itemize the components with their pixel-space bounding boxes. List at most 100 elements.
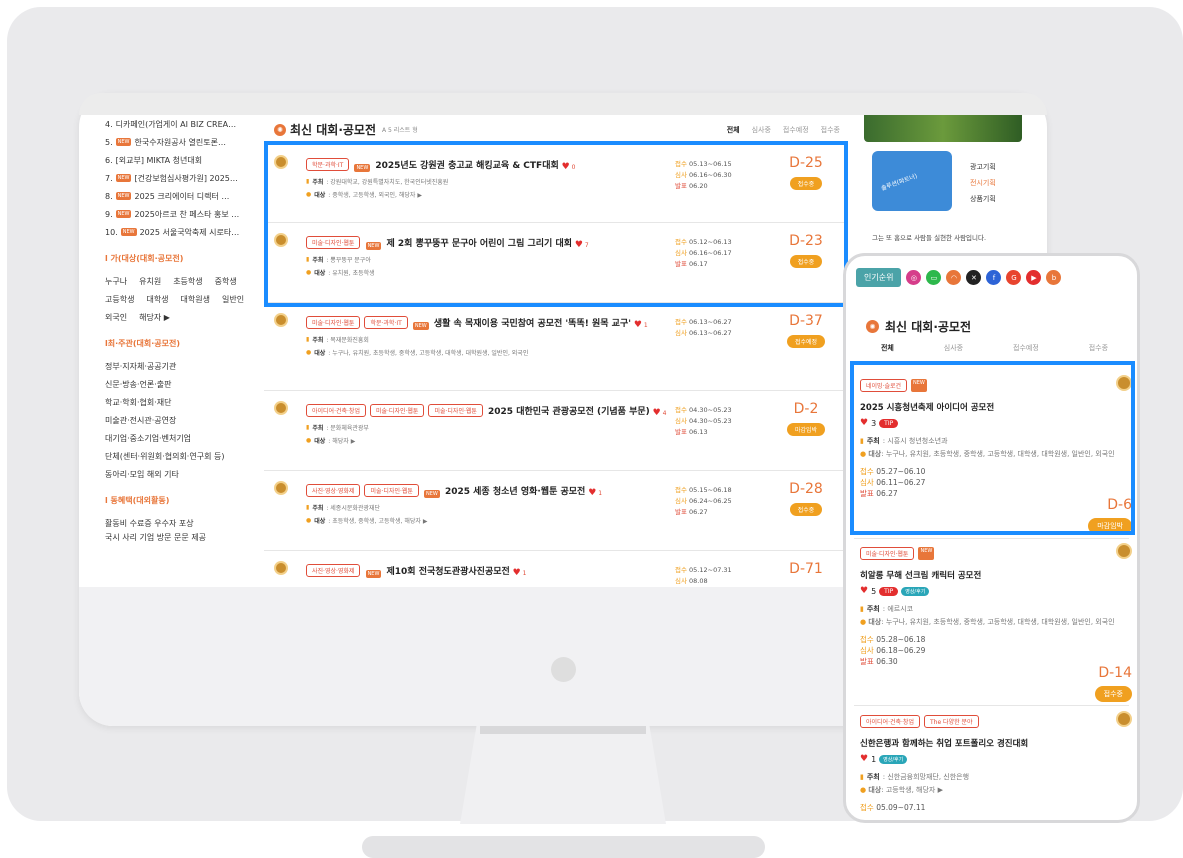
contest-title[interactable]: 생활 속 목재이용 국민참여 공모전 '똑똑! 원목 교구' — [434, 319, 631, 329]
filter-option[interactable]: 정부·지자체·공공기관 — [105, 357, 251, 375]
heart-icon[interactable]: ♥ — [860, 586, 868, 596]
heart-icon[interactable]: ♥ — [860, 754, 868, 764]
puzzle-banner[interactable]: 솔루션(파트너) — [872, 151, 952, 211]
contest-row[interactable]: 사진·영상·영화제 NEW 제10회 전국청도관광사진공모전 ♥ 1 접수 05.… — [264, 551, 848, 587]
rank-item[interactable]: 5. NEW 한국수자원공사 열린토론… — [105, 133, 251, 151]
category-tag[interactable]: 사진·영상·영화제 — [306, 564, 361, 577]
contest-title[interactable]: 신한은행과 함께하는 취업 포트폴리오 경진대회 — [860, 737, 1132, 749]
rank-item[interactable]: 9. NEW 2025아르코 찬 페스타 홍보 … — [105, 205, 251, 223]
category-tag[interactable]: The 다양한 분야 — [923, 715, 979, 728]
date-label: 발표 — [675, 508, 690, 516]
date-value: 05.09~07.11 — [876, 803, 926, 812]
right-link[interactable]: 광고기획 — [970, 159, 996, 175]
category-tag[interactable]: 미술·디자인·웹툰 — [428, 404, 483, 417]
rank-item[interactable]: 8. NEW 2025 크리에이터 디렉터 … — [105, 187, 251, 205]
contest-title[interactable]: 제10회 전국청도관광사진공모전 — [387, 567, 510, 577]
target-section-title: l 가(대상(대회·공모전) — [105, 254, 184, 263]
status-button[interactable]: 접수예정 — [786, 335, 826, 348]
category-tag[interactable]: 사진·영상·영화제 — [306, 484, 361, 497]
filter-option[interactable]: 고등학생 — [105, 294, 134, 305]
category-tag[interactable]: 학문·과학·IT — [364, 316, 408, 329]
contest-title[interactable]: 2025 대한민국 관광공모전 (기념품 부문) — [488, 407, 650, 417]
filter-option[interactable]: 신문·방송·언론·출판 — [105, 375, 251, 393]
contest-row[interactable]: 사진·영상·영화제 미술·디자인·웹툰 NEW 2025 세종 청소년 영화·웹툰… — [264, 471, 848, 551]
rank-title: 2025아르코 찬 페스타 홍보 … — [134, 209, 240, 219]
rank-item[interactable]: 10. NEW 2025 서울국악축제 시로타… — [105, 223, 251, 241]
heart-icon[interactable]: ♥ — [510, 568, 521, 578]
category-tag[interactable]: 미술·디자인·웹툰 — [369, 404, 425, 417]
rss-icon[interactable]: ◠ — [946, 270, 962, 285]
filter-option[interactable]: 대학생 — [146, 294, 168, 305]
tab-2[interactable]: 접수예정 — [783, 125, 809, 135]
tab-1[interactable]: 심사중 — [752, 125, 771, 135]
phone-tab-1[interactable]: 심사중 — [944, 343, 963, 353]
filter-option[interactable]: 누구나 — [105, 276, 127, 287]
youtube-icon[interactable]: ▶ — [1026, 270, 1042, 285]
status-button[interactable]: 접수중 — [789, 503, 823, 516]
status-button[interactable]: 마감임박 — [786, 423, 826, 436]
date-label: 심사 — [675, 329, 690, 337]
flag-icon: ▮ — [860, 773, 864, 781]
contest-title[interactable]: 2025 세종 청소년 영화·웹툰 공모전 — [445, 487, 585, 497]
category-tag[interactable]: 미술·디자인·웹툰 — [364, 484, 419, 497]
filter-option[interactable]: 초등학생 — [173, 276, 202, 287]
flag-icon: ▮ — [306, 424, 310, 431]
category-tag[interactable]: 미술·디자인·웹툰 — [306, 316, 361, 329]
phone-tab-3[interactable]: 접수종 — [1089, 343, 1108, 353]
popular-button[interactable]: 인기순위 — [856, 268, 902, 287]
benefit-filters[interactable]: 활동비 수료증 우수자 포상 — [105, 514, 251, 532]
filter-option[interactable]: 중학생 — [215, 276, 237, 287]
date-value: 06.13~06.27 — [689, 318, 732, 326]
x-icon[interactable]: ✕ — [966, 270, 982, 285]
filter-option[interactable]: 해당자 ▶ — [139, 312, 170, 323]
facebook-icon[interactable]: f — [986, 270, 1002, 285]
filter-option[interactable]: 유치원 — [139, 276, 161, 287]
filter-option[interactable]: 대기업·중소기업·벤처기업 — [105, 429, 251, 447]
phone-contest-item[interactable]: 미술·디자인·웹툰 NEW 히알롱 무해 선크림 캐릭터 공모전 ♥ 5 TIP 영상/후기… — [860, 543, 1132, 702]
benefit-filters-more[interactable]: 국시 사리 기업 방문 문문 제공 — [105, 532, 251, 542]
filter-option[interactable]: 대학원생 — [181, 294, 210, 305]
filter-option[interactable]: 동아리·모임 해외 기타 — [105, 465, 251, 483]
filter-option[interactable]: 미술관·전시관·공연장 — [105, 411, 251, 429]
heart-icon[interactable]: ♥ — [631, 320, 642, 330]
filter-option[interactable]: 일반인 — [222, 294, 244, 305]
category-tag[interactable]: 아이디어·건축·창업 — [860, 715, 920, 728]
tab-3[interactable]: 접수종 — [821, 125, 840, 135]
right-link[interactable]: 전시기획 — [970, 175, 996, 191]
google-icon[interactable]: G — [1006, 270, 1022, 285]
right-link[interactable]: 상품기획 — [970, 191, 996, 207]
heart-icon[interactable]: ♥ — [650, 408, 661, 418]
rank-item[interactable]: 6. [외교부] MIKTA 청년대회 — [105, 151, 251, 169]
phone-contest-item[interactable]: 아이디어·건축·창업 The 다양한 분야신한은행과 함께하는 취업 포트폴리오 … — [860, 711, 1132, 820]
phone-tab-2[interactable]: 접수예정 — [1013, 343, 1039, 353]
contest-row[interactable]: 미술·디자인·웹툰 학문·과학·IT NEW 생활 속 목재이용 국민참여 공모전… — [264, 303, 848, 391]
dday-block: D-2 마감임박 — [780, 401, 832, 436]
chat-icon[interactable]: ▭ — [926, 270, 942, 285]
contest-row[interactable]: 아이디어·건축·창업 미술·디자인·웹툰 미술·디자인·웹툰 2025 대한민국 관… — [264, 391, 848, 471]
phone-list-header: ✺ 최신 대회·공모전 — [866, 318, 971, 335]
tab-0[interactable]: 전체 — [727, 125, 740, 135]
date-label: 심사 — [675, 417, 690, 425]
video-badge: 영상/후기 — [879, 754, 908, 764]
contest-title[interactable]: 히알롱 무해 선크림 캐릭터 공모전 — [860, 569, 1132, 581]
category-tag[interactable]: 미술·디자인·웹툰 — [860, 547, 915, 560]
host-value: : 에르시코 — [882, 605, 914, 613]
date-value: 04.30~05.23 — [689, 406, 732, 414]
rank-number: 6. — [105, 155, 113, 165]
instagram-icon[interactable]: ◎ — [906, 270, 922, 285]
rank-item[interactable]: 7. NEW [건강보험심사평가원] 2025… — [105, 169, 251, 187]
phone-tab-0[interactable]: 전체 — [881, 343, 894, 353]
blog-icon[interactable]: b — [1046, 270, 1062, 285]
status-button[interactable]: 접수중 — [1094, 686, 1132, 702]
category-tag[interactable]: 아이디어·건축·창업 — [306, 404, 366, 417]
host-label: 주최 — [312, 425, 324, 432]
host-line: ▮ 주최: 에르시코 — [860, 604, 1132, 614]
new-badge: NEW — [115, 174, 132, 182]
filter-option[interactable]: 단체(센터·위원회·협의회·연구회 등) — [105, 447, 251, 465]
date-review: 심사 06.24~06.25 — [675, 496, 732, 507]
heart-icon[interactable]: ♥ — [585, 488, 596, 498]
banner-image[interactable] — [864, 115, 1022, 142]
rank-item[interactable]: 4. 디카페인(가업게이 AI BIZ CREA… — [105, 115, 251, 133]
filter-option[interactable]: 외국인 — [105, 312, 127, 323]
filter-option[interactable]: 학교·학회·협회·재단 — [105, 393, 251, 411]
